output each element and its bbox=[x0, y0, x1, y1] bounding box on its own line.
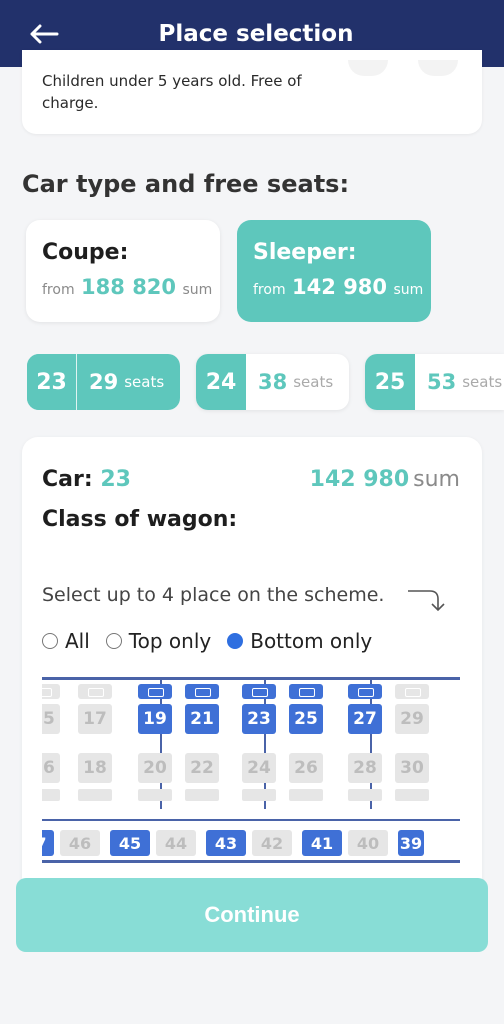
seat-21[interactable]: 21 bbox=[185, 704, 219, 734]
car-type-sleeper[interactable]: Sleeper: from 142 980 sum bbox=[237, 220, 431, 322]
side-seat-41[interactable]: 41 bbox=[302, 830, 342, 856]
seat-24: 24 bbox=[242, 753, 276, 783]
side-seat-45[interactable]: 45 bbox=[110, 830, 150, 856]
car-seats: 29 seats bbox=[89, 370, 165, 394]
seat-19[interactable]: 19 bbox=[138, 704, 172, 734]
car-number: 24 bbox=[196, 354, 246, 410]
scheme-rail bbox=[42, 819, 460, 821]
side-seat-46: 46 bbox=[60, 830, 100, 856]
pillow-icon bbox=[138, 684, 172, 699]
passenger-info-card: Children under 5 years old. Free of char… bbox=[22, 50, 482, 134]
car-number: 23 bbox=[27, 354, 77, 410]
car-type-name: Coupe: bbox=[42, 240, 129, 265]
seat-16: 16 bbox=[42, 753, 60, 783]
shelf bbox=[242, 789, 276, 801]
car-type-price: from 188 820 sum bbox=[42, 275, 213, 299]
pillow-icon bbox=[185, 684, 219, 699]
shelf bbox=[395, 789, 429, 801]
seat-17: 17 bbox=[78, 704, 112, 734]
pillow-icon bbox=[42, 684, 60, 699]
seat-scheme: 15 17 19 21 23 25 27 29 16 18 20 22 24 26 28 30 746 4544 4… bbox=[42, 677, 460, 867]
seat-29: 29 bbox=[395, 704, 429, 734]
shelf bbox=[289, 789, 323, 801]
pillow-icon bbox=[395, 684, 429, 699]
radio-icon bbox=[42, 633, 58, 649]
filter-top-only[interactable]: Top only bbox=[105, 629, 211, 653]
side-seat-40: 40 bbox=[348, 830, 388, 856]
seat-25[interactable]: 25 bbox=[289, 704, 323, 734]
car-seats: 53 seats bbox=[427, 370, 503, 394]
pillow-icon bbox=[289, 684, 323, 699]
seat-18: 18 bbox=[78, 753, 112, 783]
side-seat-39[interactable]: 39 bbox=[398, 830, 424, 856]
shelf bbox=[78, 789, 112, 801]
selection-hint: Select up to 4 place on the scheme. bbox=[42, 584, 385, 606]
car-seats: 38 seats bbox=[258, 370, 334, 394]
seat-23[interactable]: 23 bbox=[242, 704, 276, 734]
section-title: Car type and free seats: bbox=[22, 170, 350, 198]
car-type-price: from 142 980 sum bbox=[253, 275, 424, 299]
seat-22: 22 bbox=[185, 753, 219, 783]
shelf bbox=[348, 789, 382, 801]
back-arrow-icon[interactable] bbox=[26, 16, 62, 52]
stepper-plus-icon[interactable] bbox=[418, 60, 458, 76]
seat-30: 30 bbox=[395, 753, 429, 783]
seat-filter-group: All Top only Bottom only bbox=[42, 629, 388, 653]
car-type-coupe[interactable]: Coupe: from 188 820 sum bbox=[26, 220, 220, 322]
car-price: 142 980 sum bbox=[309, 467, 460, 492]
filter-bottom-only[interactable]: Bottom only bbox=[227, 629, 372, 653]
filter-all[interactable]: All bbox=[42, 629, 90, 653]
shelf bbox=[42, 789, 60, 801]
pillow-icon bbox=[78, 684, 112, 699]
page-title: Place selection bbox=[158, 20, 354, 47]
info-text: Children under 5 years old. Free of char… bbox=[42, 72, 302, 112]
stepper-minus-icon[interactable] bbox=[348, 60, 388, 76]
seat-27[interactable]: 27 bbox=[348, 704, 382, 734]
car-label: Car: 23 bbox=[42, 467, 131, 492]
shelf bbox=[138, 789, 172, 801]
seat-28: 28 bbox=[348, 753, 382, 783]
scheme-rail bbox=[42, 860, 460, 863]
continue-button[interactable]: Continue bbox=[16, 878, 488, 952]
car-type-name: Sleeper: bbox=[253, 240, 357, 265]
side-seat-7[interactable]: 7 bbox=[42, 830, 54, 856]
side-seat-44: 44 bbox=[156, 830, 196, 856]
side-seat-42: 42 bbox=[252, 830, 292, 856]
seat-15: 15 bbox=[42, 704, 60, 734]
pillow-icon bbox=[242, 684, 276, 699]
side-seat-43[interactable]: 43 bbox=[206, 830, 246, 856]
car-number: 25 bbox=[365, 354, 415, 410]
car-detail-card: Car: 23 142 980 sum Class of wagon: Selec… bbox=[22, 437, 482, 897]
seat-20: 20 bbox=[138, 753, 172, 783]
shelf bbox=[185, 789, 219, 801]
scheme-rail bbox=[42, 677, 460, 680]
seat-26: 26 bbox=[289, 753, 323, 783]
car-chip-25[interactable]: 25 53 seats bbox=[365, 354, 504, 410]
car-chip-24[interactable]: 24 38 seats bbox=[196, 354, 349, 410]
pillow-icon bbox=[348, 684, 382, 699]
car-chip-23[interactable]: 23 29 seats bbox=[27, 354, 180, 410]
class-of-wagon-label: Class of wagon: bbox=[42, 507, 238, 532]
curved-arrow-icon bbox=[408, 590, 445, 612]
radio-icon bbox=[105, 633, 122, 649]
radio-selected-icon bbox=[227, 633, 244, 649]
